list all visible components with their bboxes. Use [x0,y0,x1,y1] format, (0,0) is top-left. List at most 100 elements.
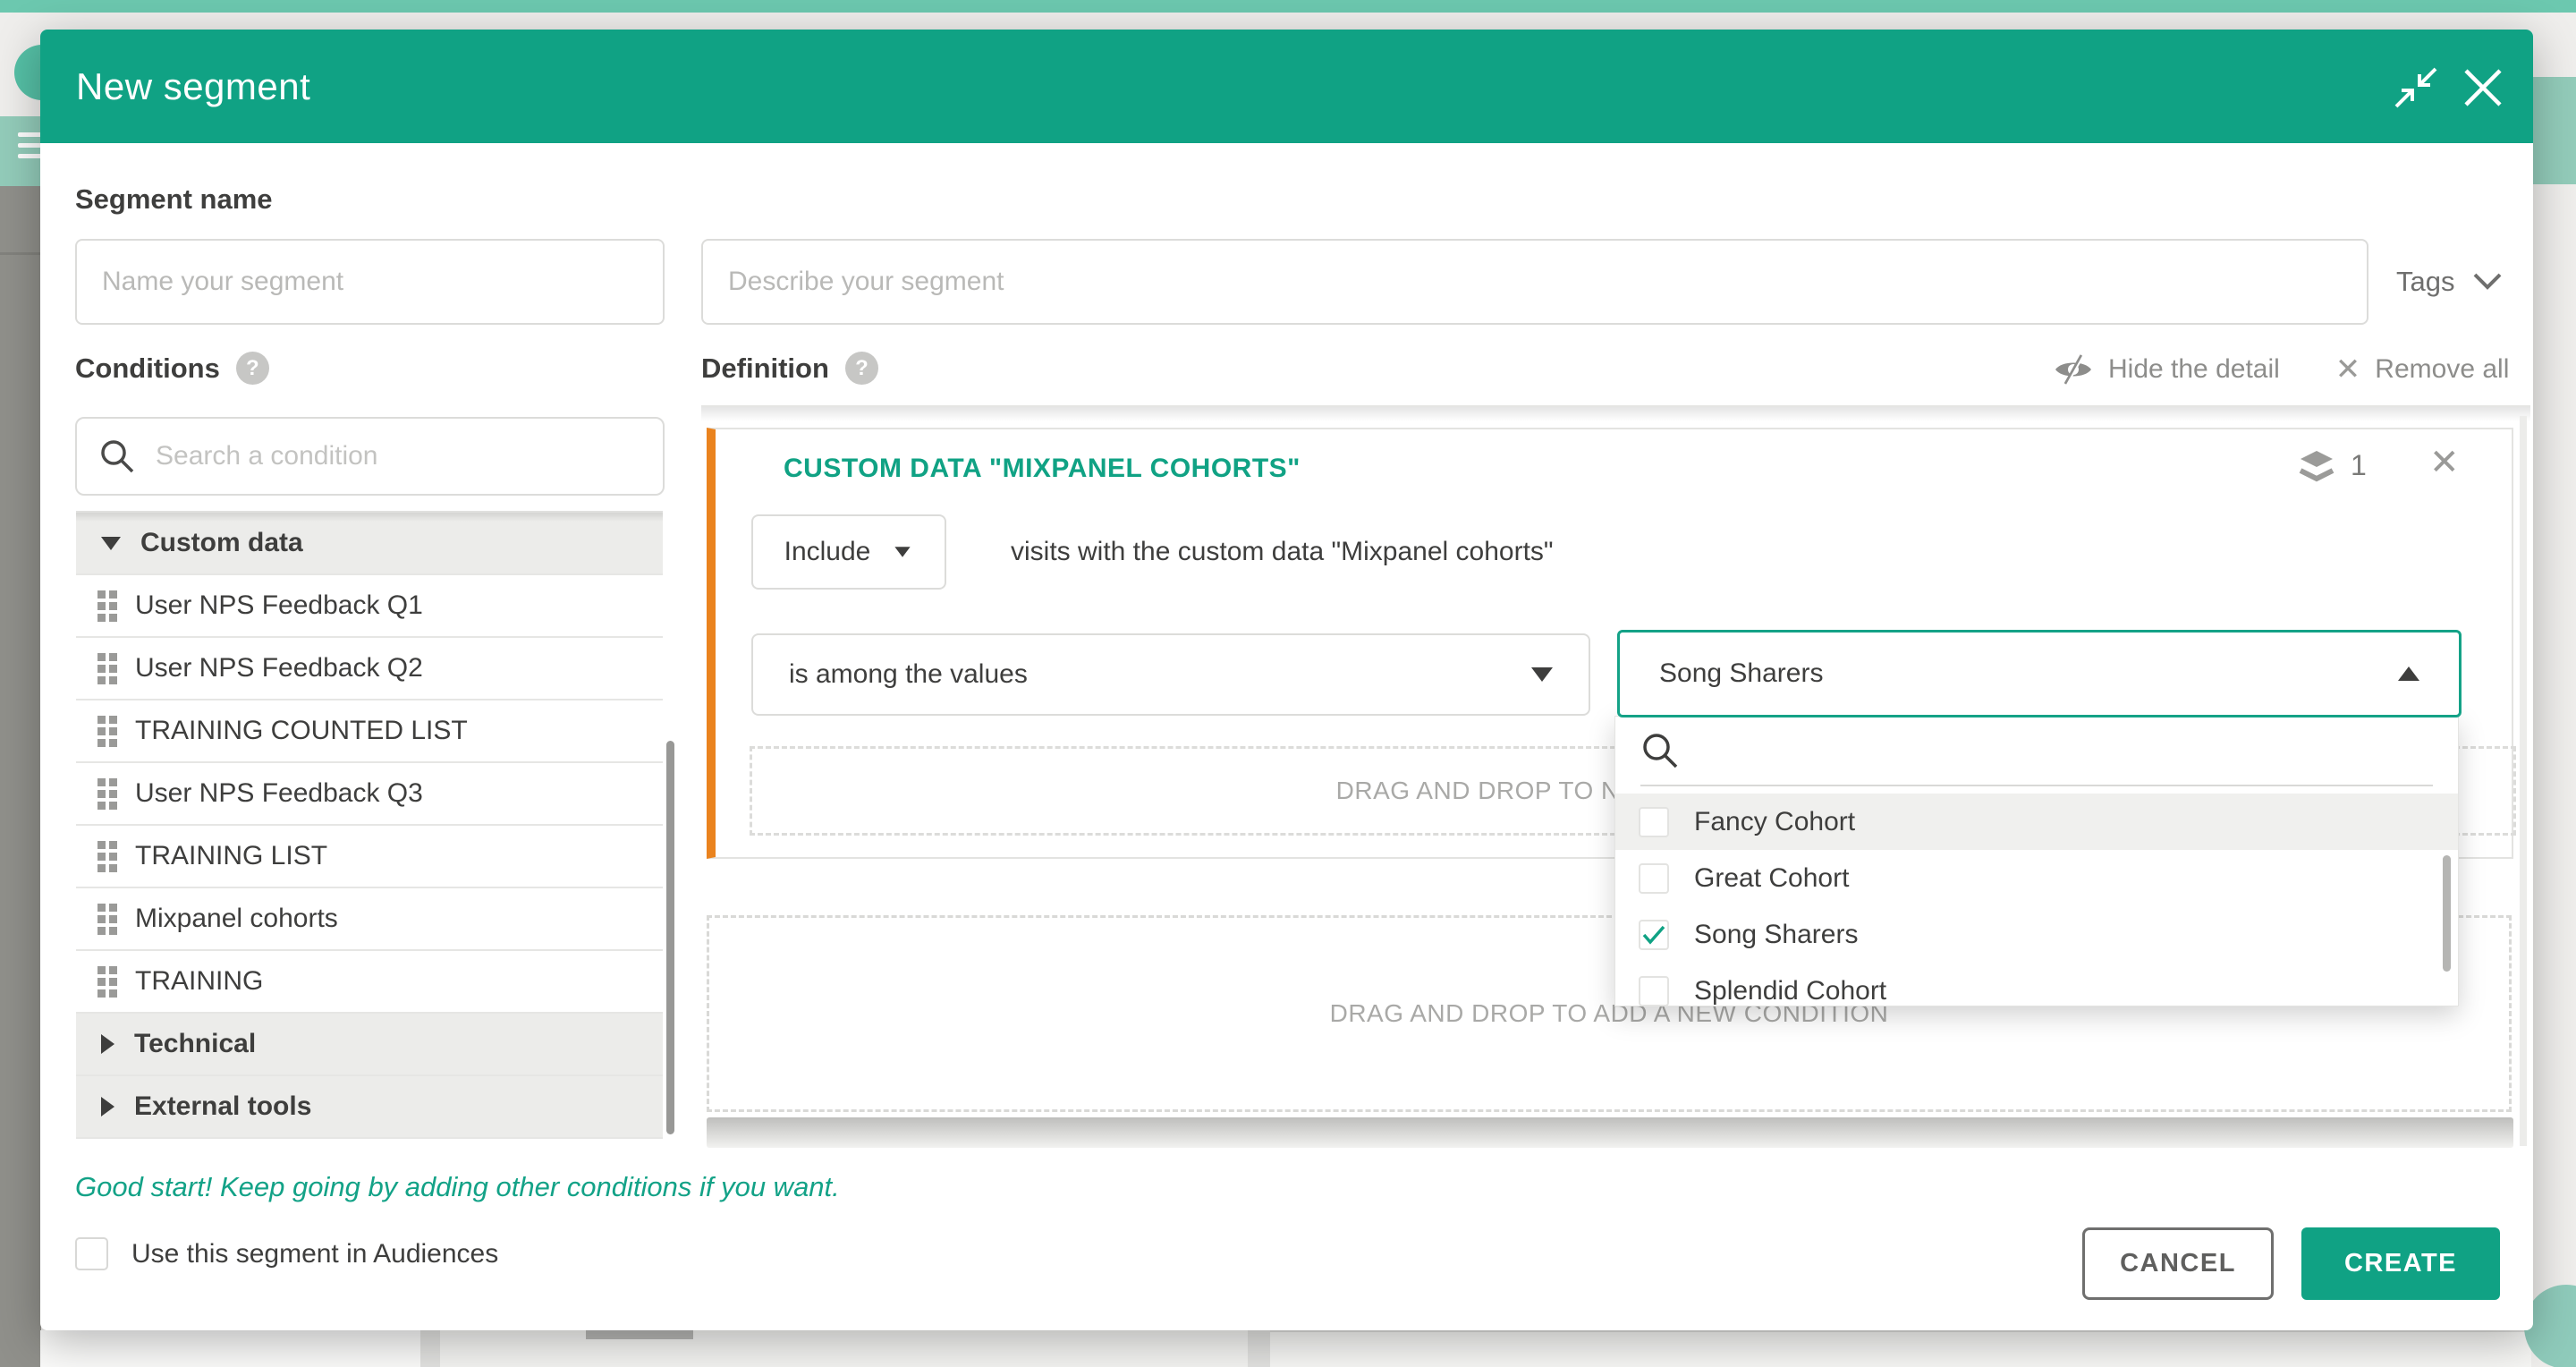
include-label: Include [784,537,871,567]
conditions-section-label: Conditions ? [75,352,269,385]
condition-item-label: Mixpanel cohorts [135,904,338,934]
option-splendid-cohort[interactable]: Splendid Cohort [1615,963,2458,1006]
conditions-label-text: Conditions [75,352,220,385]
tags-dropdown[interactable]: Tags [2396,239,2503,325]
new-segment-modal: New segment Segment name [40,30,2533,1330]
background-scroll-tab [586,1330,693,1339]
selected-value: Song Sharers [1659,658,1823,689]
option-great-cohort[interactable]: Great Cohort [1615,850,2458,906]
eye-slash-icon [2053,353,2094,386]
condition-search-input[interactable] [156,441,621,471]
condition-item[interactable]: Mixpanel cohorts [76,888,663,951]
background-panel [40,1330,420,1367]
operator-dropdown[interactable]: is among the values [751,633,1590,716]
checkbox-unchecked[interactable] [1639,807,1669,837]
collapse-icon[interactable] [2393,67,2439,108]
condition-search [75,417,665,496]
checkbox-unchecked[interactable] [1639,863,1669,894]
option-label: Great Cohort [1694,863,1849,894]
dropdown-scrollbar[interactable] [2443,855,2451,972]
condition-item[interactable]: User NPS Feedback Q3 [76,763,663,826]
definition-label-text: Definition [701,352,829,385]
dropdown-divider [1640,785,2433,786]
include-sentence: visits with the custom data "Mixpanel co… [1011,514,1554,590]
search-icon[interactable] [1640,731,1680,770]
include-dropdown[interactable]: Include [751,514,946,590]
definition-scroll-shadow [701,407,2530,421]
segment-description-input[interactable] [701,239,2368,325]
remove-all-x-icon: ✕ [2335,354,2361,385]
option-label: Fancy Cohort [1694,807,1855,837]
background-sidebar [0,186,41,1367]
checkbox-checked[interactable] [1639,920,1669,950]
check-icon [1642,925,1665,945]
definition-actions: Hide the detail ✕ Remove all [2053,352,2509,387]
category-label: External tools [134,1091,311,1122]
option-label: Song Sharers [1694,920,1858,950]
condition-item-label: User NPS Feedback Q3 [135,778,423,809]
condition-item[interactable]: TRAINING [76,951,663,1014]
modal-title: New segment [76,30,310,143]
category-custom-data[interactable]: Custom data [76,513,663,575]
condition-item-label: User NPS Feedback Q2 [135,653,423,684]
help-icon[interactable]: ? [236,352,269,385]
search-icon [98,437,136,475]
condition-item[interactable]: TRAINING LIST [76,826,663,888]
category-label: Technical [134,1029,256,1059]
category-label: Custom data [140,528,303,558]
value-select[interactable]: Song Sharers [1617,630,2462,717]
remove-all-button[interactable]: Remove all [2375,354,2509,385]
background-sidebar-divider [0,252,41,255]
conditions-scrollbar[interactable] [666,741,674,1134]
close-icon[interactable] [2461,65,2505,110]
create-button[interactable]: CREATE [2301,1227,2500,1300]
help-icon[interactable]: ? [845,352,878,385]
drag-handle-icon [97,590,117,622]
layer-count: 1 [2351,449,2367,482]
operator-value: is among the values [789,659,1028,690]
triangle-right-icon [101,1097,114,1117]
option-song-sharers[interactable]: Song Sharers [1615,906,2458,963]
audiences-label: Use this segment in Audiences [131,1239,498,1269]
dropdown-options: Fancy Cohort Great Cohort Song Sharers [1615,794,2458,1006]
segment-name-input[interactable] [75,239,665,325]
background-panel [440,1330,1248,1367]
background-divider [420,1330,440,1367]
tags-label: Tags [2396,266,2454,298]
conditions-list: Custom data User NPS Feedback Q1 User NP… [76,511,663,1139]
cancel-button[interactable]: CANCEL [2082,1227,2274,1300]
definition-vertical-scroll-track[interactable] [2520,416,2527,1146]
tip-message: Good start! Keep going by adding other c… [75,1171,840,1203]
condition-card-title: CUSTOM DATA "MIXPANEL COHORTS" [784,454,1301,484]
option-fancy-cohort[interactable]: Fancy Cohort [1615,794,2458,850]
drag-handle-icon [97,778,117,810]
hide-detail-button[interactable]: Hide the detail [2108,354,2280,385]
category-technical[interactable]: Technical [76,1014,663,1076]
definition-horizontal-scrollbar[interactable] [707,1117,2513,1148]
drag-handle-icon [97,966,117,998]
layers-icon [2297,449,2336,485]
background-panel [1270,1330,2531,1367]
condition-item-label: TRAINING COUNTED LIST [135,716,468,746]
background-top-strip [0,0,2576,13]
condition-item[interactable]: User NPS Feedback Q1 [76,575,663,638]
category-external-tools[interactable]: External tools [76,1076,663,1139]
app-stage: New segment Segment name [0,0,2576,1367]
option-label: Splendid Cohort [1694,976,1886,1006]
definition-section-label: Definition ? [701,352,878,385]
list-scroll-shadow [76,513,663,522]
drag-handle-icon [97,653,117,684]
caret-down-icon [895,547,911,557]
triangle-right-icon [101,1034,114,1054]
audiences-checkbox[interactable] [75,1237,108,1270]
triangle-down-icon [101,537,121,550]
condition-item[interactable]: TRAINING COUNTED LIST [76,700,663,763]
checkbox-unchecked[interactable] [1639,976,1669,1006]
caret-down-icon [1531,667,1553,682]
segment-name-label: Segment name [75,183,273,216]
drag-handle-icon [97,904,117,935]
condition-item-label: TRAINING LIST [135,841,327,871]
condition-close-icon[interactable]: ✕ [2429,442,2460,483]
condition-item[interactable]: User NPS Feedback Q2 [76,638,663,700]
value-dropdown-panel: Fancy Cohort Great Cohort Song Sharers [1614,716,2459,1006]
